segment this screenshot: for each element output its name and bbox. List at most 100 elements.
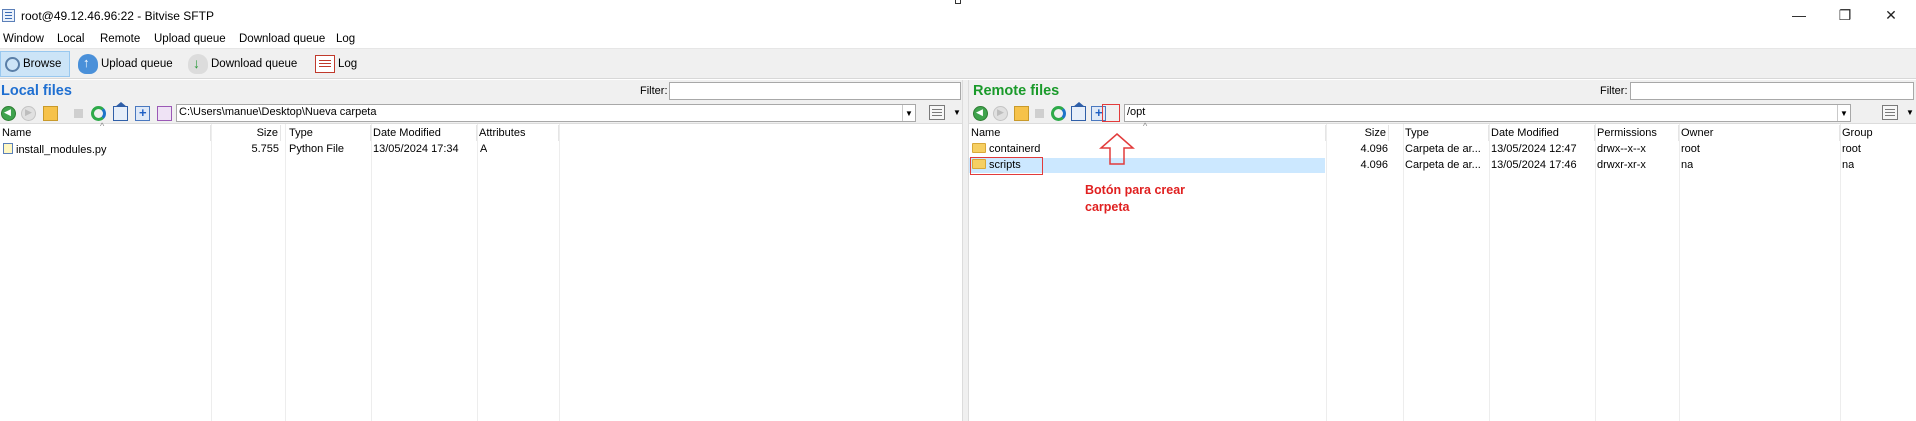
folder-type: Carpeta de ar... [1405,159,1481,171]
view-mode-dropdown-icon[interactable]: ▼ [1906,108,1914,117]
new-folder-icon[interactable] [135,105,150,121]
remote-title: Remote files [973,83,1060,99]
local-path-text: C:\Users\manue\Desktop\Nueva carpeta [179,106,377,118]
file-size: 5.755 [251,143,279,155]
col-owner[interactable]: Owner [1679,125,1840,141]
refresh-icon[interactable] [91,106,106,121]
log-button[interactable]: Log [311,51,361,77]
col-size[interactable]: Size [1326,125,1389,141]
download-queue-button[interactable]: Download queue [184,51,301,77]
log-icon [315,55,335,73]
browse-button[interactable]: Browse [0,51,70,77]
col-permissions[interactable]: Permissions [1595,125,1679,141]
table-row[interactable]: install_modules.py 5.755 Python File 13/… [0,142,962,157]
folder-name-cell: containerd [972,143,1322,155]
minimize-button[interactable]: — [1776,0,1822,30]
back-icon[interactable] [1,106,16,121]
col-attributes[interactable]: Attributes [477,125,559,141]
col-group[interactable]: Group [1840,125,1916,141]
column-divider [285,124,286,421]
folder-icon [972,159,986,169]
col-size[interactable]: Size [211,125,281,141]
local-path-input[interactable]: C:\Users\manue\Desktop\Nueva carpeta ▼ [176,104,916,122]
folder-permissions: drwx--x--x [1597,143,1646,155]
remote-path-toolbar: /opt ▼ ▼ [969,102,1916,124]
local-filter-input[interactable] [669,82,961,100]
col-type[interactable]: Type [287,125,371,141]
back-icon[interactable] [973,106,988,121]
col-date-modified[interactable]: Date Modified [371,125,477,141]
menu-window[interactable]: Window [3,33,44,45]
upload-queue-label: Upload queue [101,58,173,70]
view-mode-icon[interactable] [1882,105,1898,120]
folder-type: Carpeta de ar... [1405,143,1481,155]
home-icon[interactable] [113,102,128,121]
column-divider [371,124,372,421]
resize-handle[interactable] [955,0,961,4]
file-attributes: A [480,143,488,155]
col-type[interactable]: Type [1403,125,1489,141]
col-name[interactable]: Name [969,125,1326,141]
menu-remote[interactable]: Remote [100,33,140,45]
stop-icon[interactable] [74,109,83,118]
remote-path-input[interactable]: /opt ▼ [1124,104,1851,122]
file-date: 13/05/2024 17:34 [373,143,459,155]
menu-bar: Window Local Remote Upload queue Downloa… [0,30,1916,49]
annotation-text: Botón para crear carpeta [1085,183,1186,214]
remote-panel: Remote files Filter: /opt ▼ ▼ Name ^ Siz… [968,80,1916,421]
sort-caret-icon: ^ [100,121,105,131]
folder-size: 4.096 [1360,143,1388,155]
local-path-toolbar: C:\Users\manue\Desktop\Nueva carpeta ▼ ▼ [0,102,962,124]
browse-label: Browse [23,58,62,70]
menu-upload-queue[interactable]: Upload queue [154,33,226,45]
local-header: Local files Filter: [0,80,962,102]
column-divider [477,124,478,421]
col-date-modified[interactable]: Date Modified [1489,125,1595,141]
folder-name: scripts [989,159,1021,171]
magnifier-icon [5,56,20,72]
folder-name-cell: scripts [972,159,1322,171]
forward-icon[interactable] [21,106,36,121]
folder-name: containerd [989,143,1041,155]
local-title: Local files [1,83,72,99]
folder-group: root [1842,143,1861,155]
file-type: Python File [289,143,345,155]
remote-filter-input[interactable] [1630,82,1914,100]
parent-folder-icon[interactable] [43,106,58,121]
view-mode-icon[interactable] [929,105,945,120]
annotation-arrow-icon [1099,133,1135,165]
home-icon[interactable] [1071,102,1086,121]
menu-log[interactable]: Log [336,33,355,45]
chevron-down-icon[interactable]: ▼ [902,105,915,121]
remote-path-text: /opt [1127,106,1146,118]
python-file-icon [3,143,13,154]
folder-icon [972,143,986,153]
menu-local[interactable]: Local [57,33,85,45]
window-title: root@49.12.46.96:22 - Bitvise SFTP [21,9,214,23]
column-divider [211,124,212,421]
col-name[interactable]: Name [0,125,211,141]
upload-queue-button[interactable]: Upload queue [74,51,177,77]
remote-filter-label: Filter: [1600,85,1628,97]
parent-folder-icon[interactable] [1014,106,1029,121]
refresh-icon[interactable] [1051,106,1066,121]
close-button[interactable]: ✕ [1868,0,1914,30]
folder-size: 4.096 [1360,159,1388,171]
new-file-icon[interactable] [157,106,172,121]
folder-date: 13/05/2024 17:46 [1491,159,1577,171]
file-name-cell: install_modules.py [3,143,208,156]
create-folder-highlight [1102,104,1120,122]
menu-download-queue[interactable]: Download queue [239,33,325,45]
column-divider [559,124,560,421]
view-mode-dropdown-icon[interactable]: ▼ [953,108,961,117]
title-bar: root@49.12.46.96:22 - Bitvise SFTP — ❐ ✕ [0,0,1916,30]
forward-icon[interactable] [993,106,1008,121]
maximize-button[interactable]: ❐ [1822,0,1868,30]
toolbar: Browse Upload queue Download queue Log [0,49,1916,79]
folder-owner: root [1681,143,1700,155]
stop-icon[interactable] [1035,109,1044,118]
chevron-down-icon[interactable]: ▼ [1837,105,1850,121]
folder-date: 13/05/2024 12:47 [1491,143,1577,155]
folder-permissions: drwxr-xr-x [1597,159,1646,171]
local-filter-label: Filter: [640,85,668,97]
